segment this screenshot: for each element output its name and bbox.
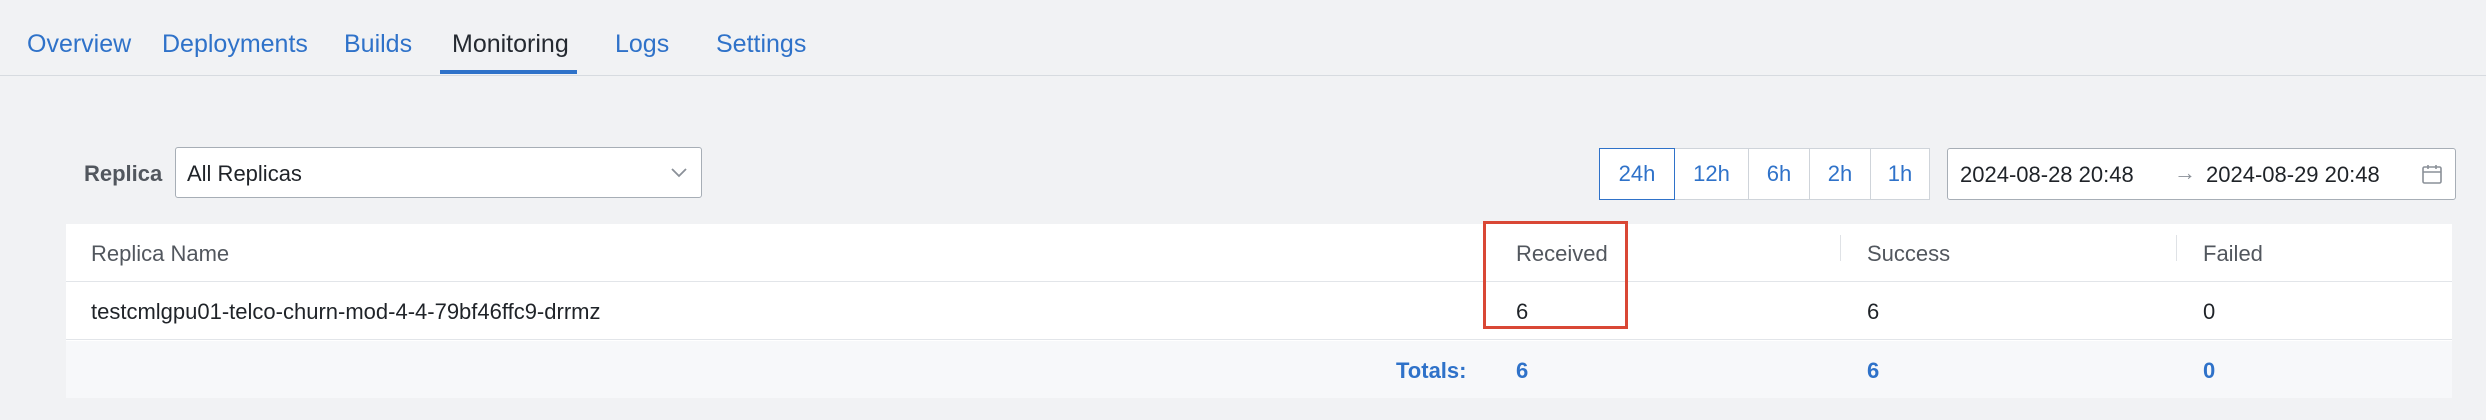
date-end[interactable]: 2024-08-29 20:48 bbox=[2206, 162, 2380, 188]
date-range-picker[interactable]: 2024-08-28 20:48 → 2024-08-29 20:48 bbox=[1947, 148, 2456, 200]
tab-logs[interactable]: Logs bbox=[615, 30, 669, 59]
table-row: testcmlgpu01-telco-churn-mod-4-4-79bf46f… bbox=[66, 282, 2452, 340]
column-separator bbox=[2176, 235, 2177, 261]
totals-success: 6 bbox=[1867, 358, 1880, 383]
tab-overview[interactable]: Overview bbox=[27, 30, 131, 59]
replica-metrics-table: Replica Name Received Success Failed tes… bbox=[66, 224, 2452, 398]
column-header-replica-name[interactable]: Replica Name bbox=[91, 241, 229, 267]
totals-failed: 0 bbox=[2203, 358, 2216, 383]
replica-name-cell: testcmlgpu01-telco-churn-mod-4-4-79bf46f… bbox=[91, 299, 601, 324]
date-range-arrow: → bbox=[2174, 160, 2196, 185]
column-separator bbox=[1840, 235, 1841, 261]
column-header-failed[interactable]: Failed bbox=[2203, 241, 2263, 267]
table-header-row: Replica Name Received Success Failed bbox=[66, 224, 2452, 282]
replica-label: Replica bbox=[84, 161, 163, 186]
failed-cell: 0 bbox=[2203, 299, 2216, 324]
range-6h-button[interactable]: 6h bbox=[1748, 148, 1810, 200]
tab-bar: Overview Deployments Builds Monitoring L… bbox=[0, 0, 2486, 76]
chevron-down-icon bbox=[671, 168, 687, 178]
replica-select[interactable]: All Replicas bbox=[175, 147, 702, 198]
range-12h-button[interactable]: 12h bbox=[1674, 148, 1749, 200]
totals-received: 6 bbox=[1516, 358, 1529, 383]
received-highlight-box bbox=[1483, 221, 1628, 329]
totals-row: Totals: 6 6 0 bbox=[66, 341, 2452, 398]
tab-deployments[interactable]: Deployments bbox=[162, 30, 308, 59]
tab-monitoring[interactable]: Monitoring bbox=[452, 30, 569, 59]
replica-select-value: All Replicas bbox=[187, 161, 302, 186]
success-cell: 6 bbox=[1867, 299, 1880, 324]
totals-label: Totals: bbox=[1396, 358, 1467, 383]
range-1h-button[interactable]: 1h bbox=[1870, 148, 1930, 200]
tab-settings[interactable]: Settings bbox=[716, 30, 806, 59]
calendar-icon[interactable] bbox=[2421, 163, 2443, 185]
range-24h-button[interactable]: 24h bbox=[1599, 148, 1675, 200]
range-2h-button[interactable]: 2h bbox=[1809, 148, 1871, 200]
date-start[interactable]: 2024-08-28 20:48 bbox=[1960, 162, 2134, 188]
time-range-group: 24h 12h 6h 2h 1h bbox=[1599, 148, 1930, 200]
tab-builds[interactable]: Builds bbox=[344, 30, 412, 59]
column-header-success[interactable]: Success bbox=[1867, 241, 1950, 267]
active-tab-indicator bbox=[440, 70, 577, 74]
